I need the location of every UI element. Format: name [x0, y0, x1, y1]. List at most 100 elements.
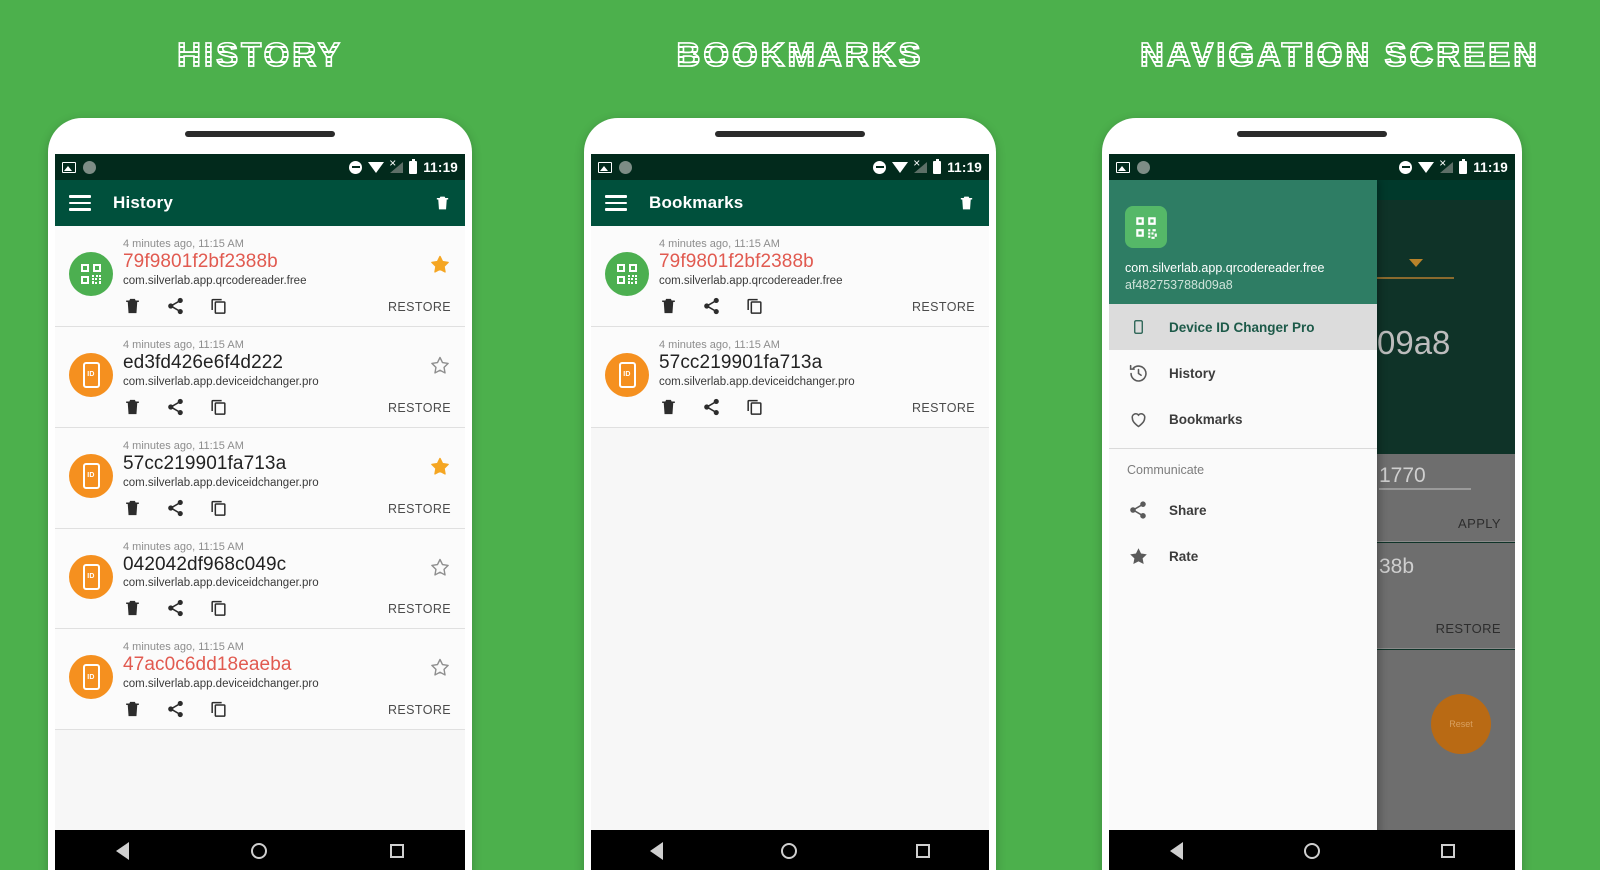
back-icon[interactable] — [650, 842, 664, 860]
list-item-actions — [123, 699, 380, 719]
circle-icon — [1137, 160, 1150, 174]
home-icon[interactable] — [1303, 843, 1320, 859]
share-icon[interactable] — [166, 498, 185, 518]
battery-icon — [933, 158, 942, 174]
status-bar: 11:19 — [1109, 154, 1515, 180]
list-item-actions — [123, 397, 380, 417]
back-icon[interactable] — [1169, 842, 1183, 860]
restore-button[interactable]: RESTORE — [912, 300, 975, 314]
list-item-right: RESTORE — [388, 541, 451, 619]
home-icon[interactable] — [781, 843, 798, 859]
toolbar-history: History — [55, 180, 465, 226]
page-title: History — [113, 193, 173, 212]
background-partial-value: 1770 — [1379, 464, 1426, 487]
background-partial-hash: 09a8 — [1377, 324, 1451, 361]
favorite-star-icon[interactable] — [429, 355, 451, 376]
delete-icon[interactable] — [123, 498, 142, 518]
delete-icon[interactable] — [123, 296, 142, 316]
back-icon[interactable] — [116, 842, 130, 860]
drawer-item-label: Device ID Changer Pro — [1169, 319, 1315, 335]
list-item[interactable]: ID 4 minutes ago, 11:15 AM 042042df968c049… — [55, 528, 465, 630]
restore-button[interactable]: RESTORE — [388, 401, 451, 415]
recents-icon[interactable] — [915, 844, 930, 858]
copy-icon[interactable] — [209, 296, 228, 316]
share-icon[interactable] — [166, 397, 185, 417]
share-icon[interactable] — [166, 699, 185, 719]
background-underline-2 — [1379, 488, 1471, 490]
delete-icon[interactable] — [123, 699, 142, 719]
delete-icon[interactable] — [659, 397, 678, 417]
list-item-right: RESTORE — [388, 238, 451, 316]
list-item-body: 4 minutes ago, 11:15 AM 79f9801f2bf2388b c… — [659, 238, 904, 316]
share-icon[interactable] — [702, 397, 721, 417]
status-bar: 11:19 — [55, 154, 465, 180]
restore-button[interactable]: RESTORE — [1436, 621, 1501, 636]
list-item[interactable]: ID 4 minutes ago, 11:15 AM ed3fd426e6f4d22… — [55, 326, 465, 428]
drawer-item-device-id-changer[interactable]: Device ID Changer Pro — [1109, 304, 1377, 350]
restore-button[interactable]: RESTORE — [388, 703, 451, 717]
restore-button[interactable]: RESTORE — [388, 300, 451, 314]
trash-icon[interactable] — [434, 193, 451, 213]
device-id-hash: 79f9801f2bf2388b — [123, 251, 278, 272]
list-item[interactable]: 4 minutes ago, 11:15 AM 79f9801f2bf2388b c… — [55, 226, 465, 327]
delete-icon[interactable] — [123, 598, 142, 618]
list-item[interactable]: ID 4 minutes ago, 11:15 AM 47ac0c6dd18eaeb… — [55, 629, 465, 731]
status-bar-left — [598, 160, 632, 174]
delete-icon[interactable] — [123, 397, 142, 417]
restore-button[interactable]: RESTORE — [388, 602, 451, 616]
copy-icon[interactable] — [209, 598, 228, 618]
copy-icon[interactable] — [209, 498, 228, 518]
list-item[interactable]: 4 minutes ago, 11:15 AM 79f9801f2bf2388b c… — [591, 226, 989, 327]
list-item[interactable]: ID 4 minutes ago, 11:15 AM 57cc219901fa713… — [55, 427, 465, 529]
device-id-hash: ed3fd426e6f4d222 — [123, 351, 284, 373]
list-item-actions — [123, 498, 380, 518]
status-bar-left — [1116, 160, 1150, 174]
package-name: com.silverlab.app.deviceidchanger.pro — [659, 375, 855, 388]
drawer-item-rate[interactable]: Rate — [1109, 533, 1377, 579]
phone-frame-history: 11:19 History 4 minutes ago, 11:15 AM79f… — [48, 118, 472, 870]
heart-icon — [1127, 409, 1149, 430]
copy-icon[interactable] — [745, 296, 764, 316]
navigation-drawer: com.silverlab.app.qrcodereader.free af48… — [1109, 180, 1377, 870]
drawer-item-bookmarks[interactable]: Bookmarks — [1109, 396, 1377, 442]
copy-icon[interactable] — [209, 397, 228, 417]
recents-icon[interactable] — [389, 844, 404, 858]
copy-icon[interactable] — [209, 699, 228, 719]
hamburger-icon[interactable] — [605, 195, 627, 211]
apply-button[interactable]: APPLY — [1458, 516, 1501, 531]
reset-fab-button[interactable]: Reset — [1431, 694, 1491, 754]
drawer-section-label: Communicate — [1127, 463, 1205, 477]
share-icon[interactable] — [166, 598, 185, 618]
drawer-item-history[interactable]: History — [1109, 350, 1377, 396]
favorite-star-icon[interactable] — [429, 456, 451, 477]
qr-app-avatar — [69, 252, 113, 296]
delete-icon[interactable] — [659, 296, 678, 316]
timestamp: 4 minutes ago, 11:15 AM — [659, 238, 780, 250]
favorite-star-icon[interactable] — [429, 657, 451, 678]
share-icon[interactable] — [166, 296, 185, 316]
list-item[interactable]: ID 4 minutes ago, 11:15 AM 57cc219901fa713… — [591, 326, 989, 428]
restore-button[interactable]: RESTORE — [912, 401, 975, 415]
trash-icon[interactable] — [958, 193, 975, 213]
status-bar-clock: 11:19 — [1473, 159, 1508, 175]
share-icon[interactable] — [702, 296, 721, 316]
favorite-star-icon[interactable] — [429, 557, 451, 578]
phone-screen-history: 11:19 History 4 minutes ago, 11:15 AM79f… — [55, 154, 465, 870]
status-bar-clock: 11:19 — [423, 159, 458, 175]
home-icon[interactable] — [251, 843, 268, 859]
list-item-right: RESTORE — [388, 440, 451, 518]
list-item-actions — [123, 598, 380, 618]
recents-icon[interactable] — [1440, 844, 1455, 858]
timestamp: 4 minutes ago, 11:15 AM — [123, 238, 244, 250]
favorite-star-icon[interactable] — [429, 254, 451, 275]
hamburger-icon[interactable] — [69, 195, 91, 211]
restore-button[interactable]: RESTORE — [388, 502, 451, 516]
package-name: com.silverlab.app.deviceidchanger.pro — [123, 375, 319, 388]
signal-off-icon — [389, 157, 404, 173]
copy-icon[interactable] — [745, 397, 764, 417]
android-nav-bar — [591, 830, 989, 870]
drawer-item-share[interactable]: Share — [1109, 487, 1377, 533]
battery-icon — [409, 158, 418, 174]
list-item-actions — [123, 296, 380, 316]
device-id-hash: 042042df968c049c — [123, 553, 287, 575]
